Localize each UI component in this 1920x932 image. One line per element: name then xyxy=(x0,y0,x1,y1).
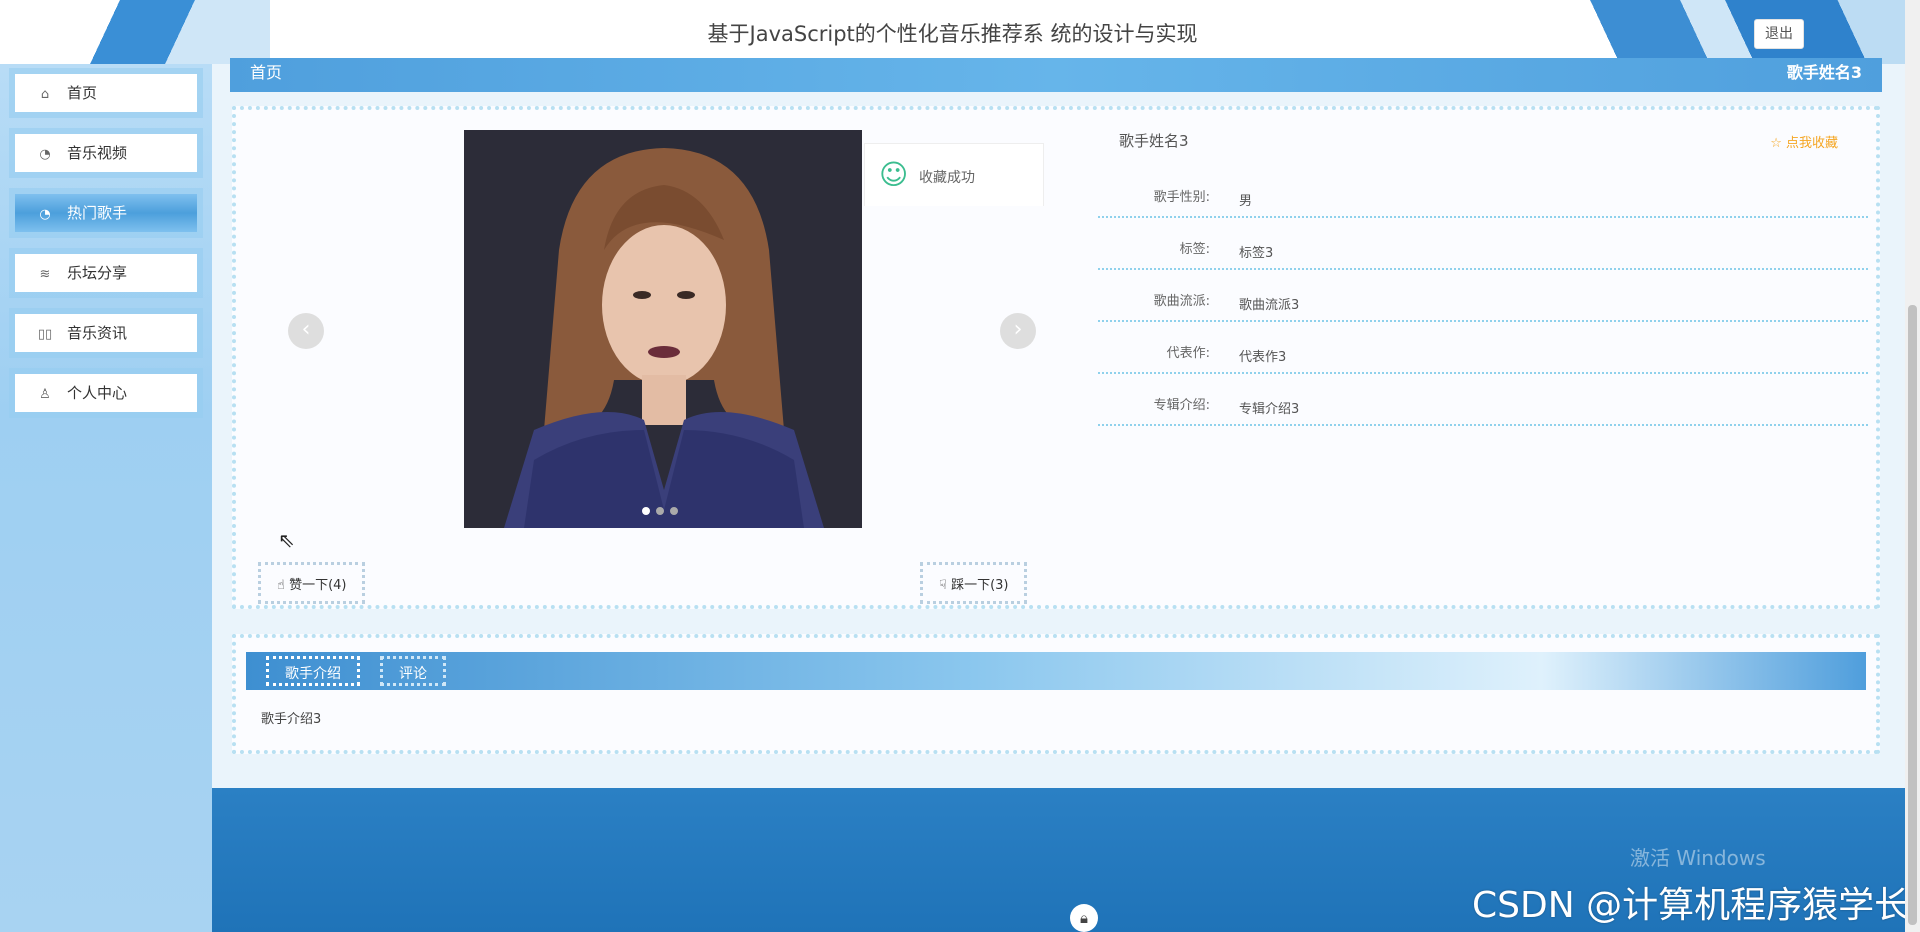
carousel-dot[interactable] xyxy=(642,507,650,515)
chevron-right-icon: › xyxy=(1013,317,1023,342)
info-value: 标签3 xyxy=(1239,246,1274,261)
info-value: 专辑介绍3 xyxy=(1239,402,1300,417)
mouse-cursor-icon: ⇖ xyxy=(278,528,295,552)
lock-icon[interactable]: 🔒︎ xyxy=(1070,904,1098,932)
info-label: 歌手性别: xyxy=(1153,190,1210,205)
layers-icon: ≋ xyxy=(39,267,51,282)
windows-activation-watermark: 激活 Windows xyxy=(1630,846,1766,870)
info-value: 代表作3 xyxy=(1239,350,1287,365)
info-label: 专辑介绍: xyxy=(1153,398,1210,413)
sidebar-item-home[interactable]: ⌂ 首页 xyxy=(15,74,197,112)
info-row-masterpiece: 代表作: 代表作3 xyxy=(1098,320,1868,374)
info-label: 代表作: xyxy=(1166,346,1210,361)
top-header: 基于JavaScript的个性化音乐推荐系 统的设计与实现 退出 xyxy=(0,0,1905,64)
page-scrollbar[interactable] xyxy=(1905,0,1920,932)
sidebar-item-music-share[interactable]: ≋ 乐坛分享 xyxy=(15,254,197,292)
star-icon: ☆ xyxy=(1770,136,1786,151)
info-label: 歌曲流派: xyxy=(1153,294,1210,309)
sidebar-item-label: 乐坛分享 xyxy=(67,264,128,282)
breadcrumb-current: 歌手姓名3 xyxy=(1786,63,1862,82)
favorite-button[interactable]: ☆ 点我收藏 xyxy=(1770,132,1838,151)
info-row-genre: 歌曲流派: 歌曲流派3 xyxy=(1098,268,1868,322)
info-label: 标签: xyxy=(1179,242,1210,257)
toast-message: ☺ 收藏成功 xyxy=(864,143,1044,206)
sidebar-item-music-video[interactable]: ◔ 音乐视频 xyxy=(15,134,197,172)
like-label: 赞一下(4) xyxy=(289,578,347,593)
home-icon: ⌂ xyxy=(40,87,50,102)
sidebar: ⌂ 首页 ◔ 音乐视频 ◔ 热门歌手 ≋ 乐坛分享 ▯▯ 音乐资讯 ♙ 个人中心 xyxy=(0,64,212,932)
sidebar-item-label: 热门歌手 xyxy=(67,204,128,222)
scrollbar-thumb[interactable] xyxy=(1908,305,1917,925)
carousel-indicators xyxy=(642,500,684,519)
carousel-dot[interactable] xyxy=(656,507,664,515)
singer-photo-carousel[interactable] xyxy=(464,130,862,528)
palette-icon: ◔ xyxy=(39,147,51,162)
thumbs-down-icon: ☟ xyxy=(939,578,952,593)
sidebar-item-hot-singers[interactable]: ◔ 热门歌手 xyxy=(15,194,197,232)
dislike-button[interactable]: ☟ 踩一下(3) xyxy=(920,562,1028,604)
sidebar-item-label: 音乐视频 xyxy=(67,144,128,162)
info-row-tags: 标签: 标签3 xyxy=(1098,216,1868,270)
toast-text: 收藏成功 xyxy=(919,170,975,186)
info-row-gender: 歌手性别: 男 xyxy=(1098,164,1868,218)
info-value: 歌曲流派3 xyxy=(1239,298,1300,313)
sidebar-item-label: 个人中心 xyxy=(67,384,128,402)
breadcrumb-home-link[interactable]: 首页 xyxy=(250,60,282,86)
chevron-left-icon: ‹ xyxy=(301,317,311,342)
singer-name: 歌手姓名3 xyxy=(1119,132,1189,150)
carousel-prev-button[interactable]: ‹ xyxy=(288,313,324,349)
carousel-next-button[interactable]: › xyxy=(1000,313,1036,349)
smile-icon: ☺ xyxy=(879,158,909,191)
singer-photo xyxy=(464,130,862,528)
csdn-watermark: CSDN @计算机程序猿学长 xyxy=(1472,885,1911,926)
like-button[interactable]: ☝ 赞一下(4) xyxy=(258,562,366,604)
tab-comments[interactable]: 评论 xyxy=(380,656,446,686)
palette-icon: ◔ xyxy=(39,207,51,222)
thumbs-up-icon: ☝ xyxy=(277,578,290,593)
sidebar-item-music-news[interactable]: ▯▯ 音乐资讯 xyxy=(15,314,197,352)
breadcrumb: 首页 歌手姓名3 xyxy=(230,58,1882,92)
favorite-label: 点我收藏 xyxy=(1785,136,1838,151)
dislike-label: 踩一下(3) xyxy=(951,578,1009,593)
sidebar-item-label: 音乐资讯 xyxy=(67,324,128,342)
info-value: 男 xyxy=(1239,194,1253,209)
user-icon: ♙ xyxy=(39,387,51,402)
sidebar-item-personal-center[interactable]: ♙ 个人中心 xyxy=(15,374,197,412)
pause-icon: ▯▯ xyxy=(37,327,53,342)
site-title: 基于JavaScript的个性化音乐推荐系 统的设计与实现 xyxy=(707,22,1198,46)
carousel-dot[interactable] xyxy=(670,507,678,515)
tab-bar: 歌手介绍 评论 xyxy=(246,652,1866,690)
tab-singer-intro[interactable]: 歌手介绍 xyxy=(266,656,360,686)
info-row-album-intro: 专辑介绍: 专辑介绍3 xyxy=(1098,372,1868,426)
sidebar-item-label: 首页 xyxy=(67,84,98,102)
tab-content: 歌手介绍3 xyxy=(261,712,322,727)
logout-button[interactable]: 退出 xyxy=(1754,19,1804,49)
